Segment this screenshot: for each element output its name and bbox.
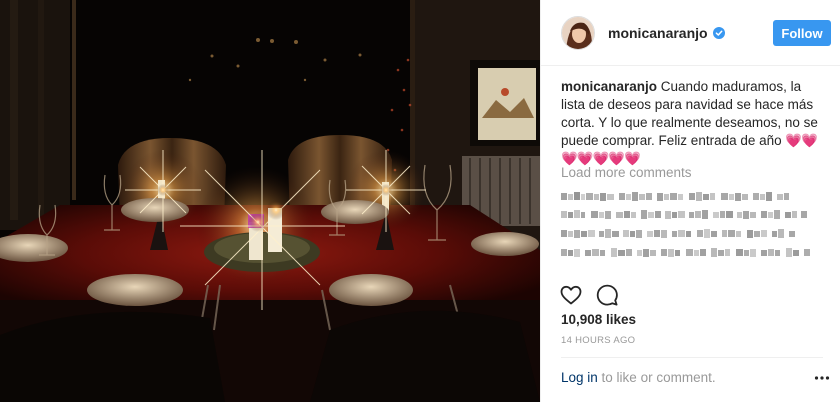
redacted-comment-2 — [561, 209, 823, 221]
login-prompt-text: to like or comment. — [597, 370, 716, 385]
login-prompt: Log in to like or comment. — [561, 370, 716, 385]
ellipsis-icon[interactable] — [814, 372, 830, 384]
instagram-post: monicanaranjo Follow monicanaranjo Cuand… — [0, 0, 840, 402]
redacted-comment-1 — [561, 191, 823, 203]
login-link[interactable]: Log in — [561, 370, 598, 385]
redacted-comment-4 — [561, 247, 823, 259]
redacted-comment-3 — [561, 228, 823, 240]
post-caption: monicanaranjo Cuando maduramos, la lista… — [561, 78, 823, 168]
caption-username[interactable]: monicanaranjo — [561, 79, 657, 94]
caption-hearts-2: 💗💗💗💗💗 — [561, 151, 641, 166]
likes-count[interactable]: 10,908 likes — [561, 312, 636, 327]
caption-hearts-1: 💗💗 — [785, 133, 818, 148]
avatar-image — [562, 16, 594, 49]
post-photo[interactable] — [0, 0, 540, 402]
post-sidebar: monicanaranjo Follow monicanaranjo Cuand… — [540, 0, 840, 402]
dinner-table-photo — [0, 0, 540, 402]
load-more-comments-link[interactable]: Load more comments — [561, 165, 692, 180]
post-timestamp[interactable]: 14 HOURS AGO — [561, 335, 635, 346]
post-actions — [559, 283, 639, 307]
username[interactable]: monicanaranjo — [608, 25, 708, 41]
post-header: monicanaranjo Follow — [541, 0, 840, 66]
heart-outline-icon[interactable] — [559, 283, 583, 307]
verified-badge-icon — [712, 26, 725, 39]
speech-bubble-icon[interactable] — [595, 283, 619, 307]
avatar[interactable] — [561, 15, 595, 50]
divider — [561, 357, 823, 358]
follow-button[interactable]: Follow — [773, 20, 831, 46]
